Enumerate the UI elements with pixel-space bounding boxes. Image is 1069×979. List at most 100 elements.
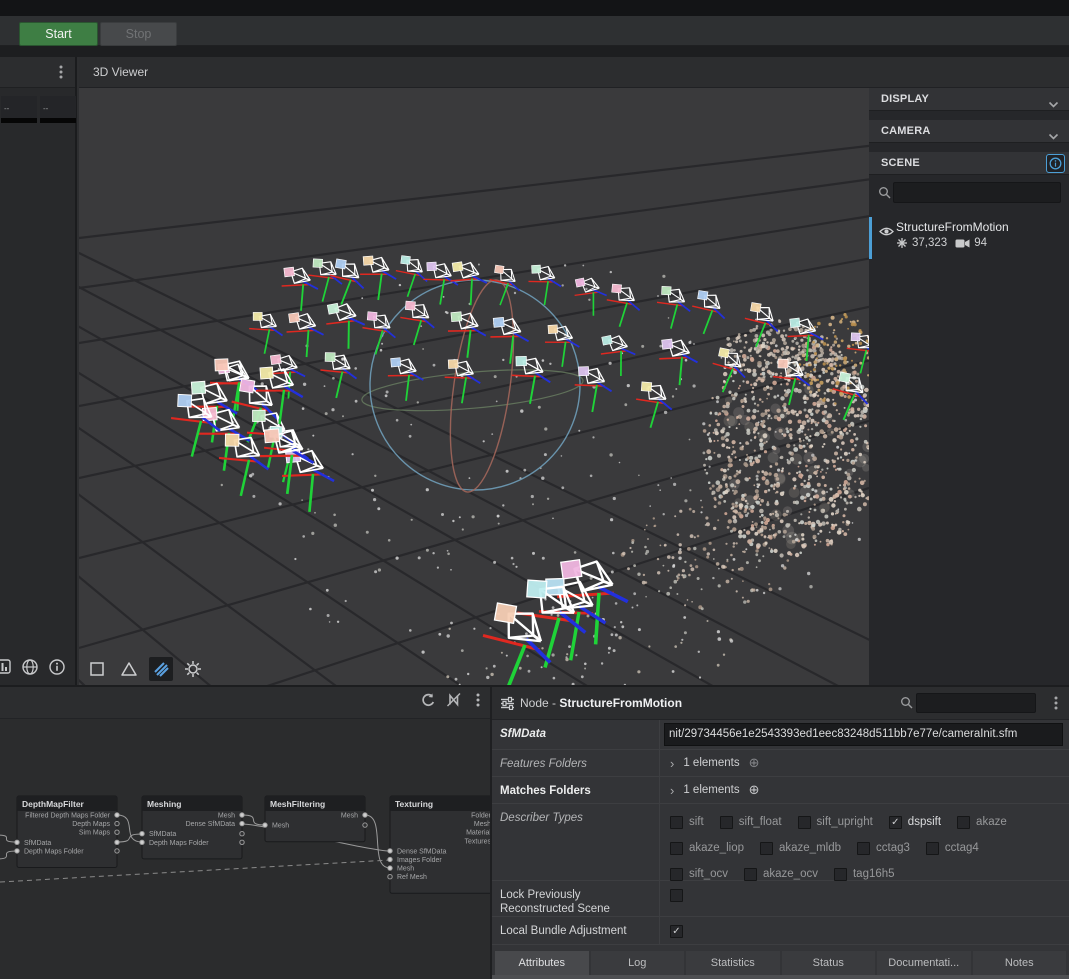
tab-statistics[interactable]: Statistics: [686, 951, 780, 975]
describer-checkbox-sift_upright[interactable]: [798, 816, 811, 829]
gallery-thumbnail[interactable]: --: [1, 96, 37, 123]
describer-checkbox-akaze[interactable]: [957, 816, 970, 829]
svg-text:Texturing: Texturing: [395, 799, 433, 809]
search-icon: [878, 186, 891, 204]
attribute-search-input[interactable]: [916, 693, 1036, 713]
attribute-menu-icon[interactable]: [1050, 695, 1062, 716]
media-item-structurefrommotion[interactable]: StructureFromMotion 37,323 94: [869, 217, 1069, 259]
attribute-label: Matches Folders: [492, 777, 660, 803]
elements-count: 1 elements: [683, 757, 739, 769]
tab-documentati-[interactable]: Documentati...: [877, 951, 971, 975]
wireframe-toggle-icon[interactable]: [85, 657, 109, 681]
sfmdata-path-field[interactable]: nit/29734456e1e2543393ed1eec83248d511bb7…: [664, 723, 1063, 746]
camera-section-label: CAMERA: [881, 125, 930, 137]
3d-viewport[interactable]: [79, 88, 869, 685]
attribute-label: Lock Previously Reconstructed Scene: [492, 881, 660, 916]
describer-checkbox-sift_float[interactable]: [720, 816, 733, 829]
svg-text:MeshFiltering: MeshFiltering: [270, 799, 325, 809]
image-gallery-header: [0, 57, 75, 88]
describer-checkbox-cctag3[interactable]: [857, 842, 870, 855]
describer-label-dspsift: dspsift: [908, 816, 941, 828]
render-settings-icon[interactable]: [181, 657, 205, 681]
tab-notes[interactable]: Notes: [973, 951, 1067, 975]
svg-text:Ref Mesh: Ref Mesh: [397, 874, 427, 881]
node-editor-title: Node - StructureFromMotion: [520, 696, 682, 710]
toolbar-gap: [0, 46, 1069, 57]
thumbnail-status-strip: [1, 118, 37, 123]
attribute-tabs: AttributesLogStatisticsStatusDocumentati…: [495, 951, 1066, 975]
describer-checkbox-akaze_liop[interactable]: [670, 842, 683, 855]
describer-checkbox-tag16h5[interactable]: [834, 868, 847, 881]
camera-section-header[interactable]: CAMERA: [869, 120, 1069, 143]
tab-status[interactable]: Status: [782, 951, 876, 975]
describer-checkbox-sift_ocv[interactable]: [670, 868, 683, 881]
svg-text:Depth Maps: Depth Maps: [72, 821, 110, 828]
elements-count: 1 elements: [683, 784, 739, 796]
describer-label-sift_float: sift_float: [739, 816, 782, 828]
describer-checkbox-sift[interactable]: [670, 816, 683, 829]
svg-text:Images Folder: Images Folder: [397, 857, 442, 864]
describer-label-cctag4: cctag4: [945, 842, 979, 854]
node-graph-canvas[interactable]: DepthMapFilterFiltered Depth Maps Folder…: [0, 719, 490, 979]
describer-types-checklist: siftsift_floatsift_upright✓dspsiftakazea…: [660, 804, 1069, 887]
describer-checkbox-cctag4[interactable]: [926, 842, 939, 855]
local-bundle-checkbox[interactable]: ✓: [670, 925, 683, 938]
thumbnail-label: --: [43, 104, 48, 113]
add-element-icon[interactable]: ⊕: [749, 756, 760, 771]
graph-node-Meshing[interactable]: MeshingMeshDense SfMDataSfMDataDepth Map…: [140, 796, 244, 859]
describer-checkbox-akaze_ocv[interactable]: [744, 868, 757, 881]
tab-log[interactable]: Log: [591, 951, 685, 975]
svg-text:Folder: Folder: [471, 813, 490, 820]
globe-icon[interactable]: [21, 658, 39, 681]
start-button[interactable]: Start: [19, 22, 98, 46]
tune-icon: [500, 696, 515, 715]
attribute-row-local-bundle: Local Bundle Adjustment ✓: [492, 917, 1069, 945]
window-top-strip: [0, 0, 1069, 16]
svg-text:Depth Maps Folder: Depth Maps Folder: [149, 840, 209, 847]
scene-info-button[interactable]: [1046, 154, 1065, 173]
points-count: 37,323: [912, 237, 947, 249]
describer-label-akaze: akaze: [976, 816, 1007, 828]
scene-section-header[interactable]: SCENE: [869, 152, 1069, 175]
attribute-row-sfmdata: SfMData nit/29734456e1e2543393ed1eec8324…: [492, 720, 1069, 750]
graph-menu-icon[interactable]: [472, 692, 484, 713]
graph-node-Texturing[interactable]: TexturingFolderMeshMaterialTexturesDense…: [388, 796, 490, 893]
auto-layout-off-icon[interactable]: [446, 692, 462, 713]
3d-scene[interactable]: [79, 88, 869, 685]
describer-checkbox-akaze_mldb[interactable]: [760, 842, 773, 855]
visibility-eye-icon[interactable]: [879, 224, 894, 242]
info-icon[interactable]: [48, 658, 66, 681]
svg-text:Meshing: Meshing: [147, 799, 181, 809]
points-count-icon: [896, 237, 908, 249]
media-item-stats: 37,323 94: [896, 237, 987, 249]
svg-text:Textures: Textures: [465, 838, 490, 845]
display-section-header[interactable]: DISPLAY: [869, 88, 1069, 111]
svg-text:Mesh: Mesh: [474, 821, 490, 828]
texture-toggle-icon[interactable]: [149, 657, 173, 681]
describer-checkbox-dspsift[interactable]: ✓: [889, 816, 902, 829]
describer-label-sift: sift: [689, 816, 704, 828]
svg-text:Mesh: Mesh: [272, 823, 289, 830]
gallery-menu-icon[interactable]: [55, 64, 67, 85]
stop-button[interactable]: Stop: [100, 22, 177, 46]
attribute-label: Features Folders: [492, 750, 660, 776]
image-metadata-icon[interactable]: [0, 658, 12, 681]
add-element-icon[interactable]: ⊕: [749, 783, 760, 798]
expand-chevron-icon[interactable]: ›: [670, 783, 674, 798]
tab-attributes[interactable]: Attributes: [495, 951, 589, 975]
attribute-row-describer-types: Describer Types siftsift_floatsift_uprig…: [492, 804, 1069, 881]
graph-node-MeshFiltering[interactable]: MeshFilteringMeshMesh: [263, 796, 367, 842]
gallery-thumbnail[interactable]: --: [40, 96, 76, 123]
refresh-icon[interactable]: [420, 692, 436, 713]
attribute-row-features-folders: Features Folders › 1 elements ⊕: [492, 750, 1069, 777]
svg-text:Dense SfMData: Dense SfMData: [186, 821, 236, 828]
expand-chevron-icon[interactable]: ›: [670, 756, 674, 771]
viewer-inspector-panel: DISPLAY CAMERA SCENE: [869, 88, 1069, 685]
scene-search-input[interactable]: [893, 182, 1061, 203]
viewer-header: 3D Viewer: [79, 57, 1069, 88]
lock-scene-checkbox[interactable]: [670, 889, 683, 902]
mesh-toggle-icon[interactable]: [117, 657, 141, 681]
attribute-row-lock-scene: Lock Previously Reconstructed Scene: [492, 881, 1069, 917]
graph-node-DepthMapFilter[interactable]: DepthMapFilterFiltered Depth Maps Folder…: [15, 796, 119, 868]
describer-label-akaze_liop: akaze_liop: [689, 842, 744, 854]
